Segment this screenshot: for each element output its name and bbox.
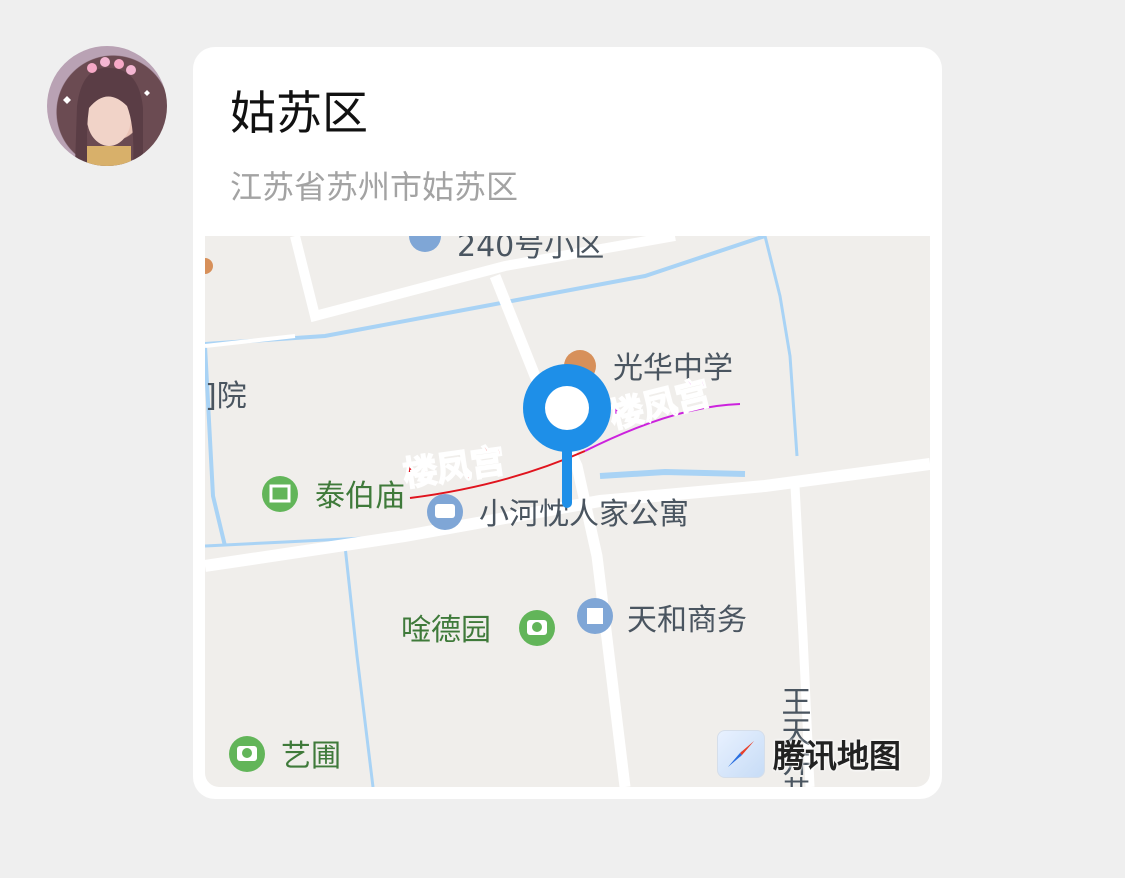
sender-avatar[interactable] — [47, 46, 167, 166]
map-provider-name: 腾讯地图 — [773, 737, 902, 775]
community-poi-icon — [409, 236, 441, 252]
compass-icon — [717, 730, 765, 778]
map-preview[interactable]: 240号小区 光华中学 ]院 泰伯庙 小河忱人家公寓 唫德园 天和商务 艺圃 王… — [205, 236, 930, 787]
sticker-text-left: 楼凤宫 — [401, 441, 508, 495]
map-provider-logo: 腾讯地图 — [717, 730, 901, 778]
location-address: 江苏省苏州市姑苏区 — [230, 168, 519, 206]
label-business: 天和商务 — [627, 603, 747, 638]
temple-poi-icon — [262, 476, 298, 512]
label-top-community: 240号小区 — [457, 236, 604, 264]
label-hospital: ]院 — [205, 379, 247, 414]
label-temple: 泰伯庙 — [315, 479, 405, 514]
avatar-image — [63, 57, 150, 166]
location-title: 姑苏区 — [230, 86, 368, 140]
label-garden: 唫德园 — [401, 613, 491, 648]
map-canvas: 240号小区 光华中学 ]院 泰伯庙 小河忱人家公寓 唫德园 天和商务 艺圃 王… — [205, 236, 930, 787]
location-message-card[interactable]: 姑苏区 江苏省苏州市姑苏区 240号小区 光华中学]院 泰伯庙 小河忱人家公寓… — [193, 47, 942, 799]
location-pin-icon — [523, 364, 611, 508]
label-apartment: 小河忱人家公寓 — [479, 497, 689, 532]
label-art-garden: 艺圃 — [281, 739, 341, 774]
